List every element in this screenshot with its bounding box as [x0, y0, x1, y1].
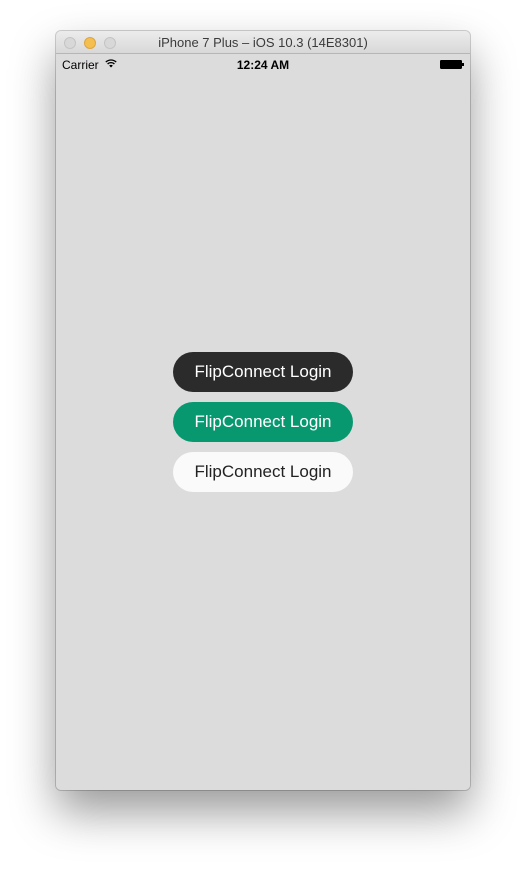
simulator-window: iPhone 7 Plus – iOS 10.3 (14E8301) Carri…: [56, 31, 470, 790]
battery-icon: [440, 60, 464, 69]
status-time: 12:24 AM: [236, 58, 290, 72]
app-screen: FlipConnect Login FlipConnect Login Flip…: [56, 74, 470, 790]
flipconnect-login-button-light[interactable]: FlipConnect Login: [173, 452, 353, 492]
flipconnect-login-button-green[interactable]: FlipConnect Login: [173, 402, 353, 442]
ios-status-bar: Carrier 12:24 AM: [56, 54, 470, 74]
window-title: iPhone 7 Plus – iOS 10.3 (14E8301): [158, 35, 368, 50]
flipconnect-login-button-dark[interactable]: FlipConnect Login: [173, 352, 353, 392]
window-titlebar[interactable]: iPhone 7 Plus – iOS 10.3 (14E8301): [56, 31, 470, 54]
